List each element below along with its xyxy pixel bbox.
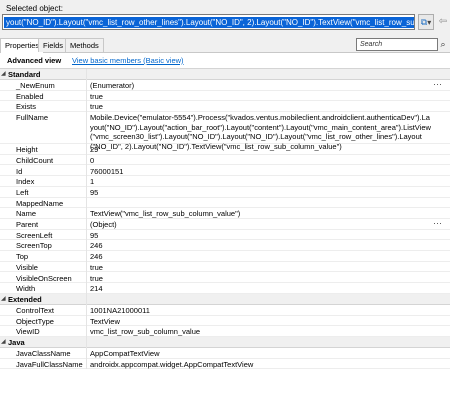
property-value[interactable]: 76000151 — [90, 167, 432, 176]
property-value[interactable]: 0 — [90, 156, 432, 165]
property-row[interactable]: ScreenTop 246 — [0, 240, 450, 252]
section-header[interactable]: ◢ Standard — [0, 69, 450, 80]
section-title: Java — [8, 338, 25, 347]
property-value[interactable]: 246 — [90, 252, 432, 261]
property-value[interactable]: TextView("vmc_list_row_sub_column_value"… — [90, 209, 432, 218]
property-value[interactable]: (Object) — [90, 220, 432, 229]
property-value[interactable]: vmc_list_row_sub_column_value — [90, 327, 432, 336]
property-value[interactable]: true — [90, 274, 432, 283]
property-value[interactable]: 246 — [90, 241, 432, 250]
advanced-view-title: Advanced view — [7, 56, 62, 65]
property-name: ScreenLeft — [16, 230, 53, 240]
property-value[interactable]: TextView — [90, 317, 432, 326]
property-row[interactable]: Top 246 — [0, 251, 450, 262]
property-row[interactable]: ScreenLeft 95 — [0, 230, 450, 241]
property-name: MappedName — [16, 198, 64, 208]
property-row[interactable]: _NewEnum (Enumerator) ··· — [0, 79, 450, 91]
section-title: Extended — [8, 294, 42, 304]
property-row[interactable]: ChildCount 0 — [0, 155, 450, 166]
basic-view-link[interactable]: View basic members (Basic view) — [72, 56, 184, 65]
property-row[interactable]: JavaFullClassName androidx.appcompat.widg… — [0, 359, 450, 370]
property-name: Exists — [16, 102, 37, 112]
property-row[interactable]: Index 1 — [0, 176, 450, 187]
property-grid: ◢ Standard _NewEnum (Enumerator) ··· Enabled t… — [0, 68, 450, 403]
property-row[interactable]: Left 95 — [0, 187, 450, 198]
property-name: ObjectType — [16, 316, 54, 326]
property-value[interactable]: 214 — [90, 284, 432, 293]
tab-fields[interactable]: Fields — [38, 38, 69, 52]
ellipsis-button[interactable]: ··· — [433, 79, 442, 89]
property-row[interactable]: Enabled true — [0, 91, 450, 102]
property-name: Left — [16, 187, 29, 197]
property-value[interactable]: 29 — [90, 145, 432, 154]
search-input[interactable]: Search — [356, 38, 438, 51]
search-icon[interactable]: ⌕ — [438, 38, 448, 51]
property-row[interactable]: Id 76000151 — [0, 166, 450, 177]
section-header[interactable]: ◢ Java — [0, 337, 450, 348]
tab-methods[interactable]: Methods — [65, 38, 104, 52]
property-value[interactable]: AppCompatTextView — [90, 349, 432, 358]
property-row[interactable]: Visible true — [0, 262, 450, 273]
collapse-caret-icon[interactable]: ◢ — [1, 338, 6, 345]
property-name: Top — [16, 252, 29, 262]
back-arrow-icon: ⇦ — [438, 16, 448, 27]
property-value[interactable]: (Enumerator) — [90, 81, 432, 90]
property-row[interactable]: ViewID vmc_list_row_sub_column_value — [0, 326, 450, 337]
property-name: JavaClassName — [16, 349, 71, 358]
selected-object-bar: Selected object: yout("NO_ID").Layout("v… — [0, 0, 450, 36]
property-value[interactable]: 1 — [90, 177, 432, 186]
property-name: ControlText — [16, 305, 54, 315]
section-header[interactable]: ◢ Extended — [0, 293, 450, 305]
property-row[interactable]: JavaClassName AppCompatTextView — [0, 348, 450, 359]
tab-strip: Properties Fields Methods Search ⌕ — [0, 36, 450, 53]
property-name: VisibleOnScreen — [16, 273, 72, 283]
property-value[interactable]: 95 — [90, 231, 432, 240]
property-name: Visible — [16, 262, 38, 272]
property-value[interactable]: true — [90, 102, 432, 111]
column-divider[interactable] — [86, 69, 87, 370]
property-name: ChildCount — [16, 155, 54, 165]
selected-object-label: Selected object: — [6, 4, 63, 13]
property-name: ViewID — [16, 327, 40, 337]
property-name: ScreenTop — [16, 241, 52, 251]
section-title: Standard — [8, 70, 41, 79]
selected-object-value[interactable]: yout("NO_ID").Layout("vmc_list_row_other… — [4, 17, 414, 28]
property-row[interactable]: ControlText 1001NA21000011 — [0, 305, 450, 316]
property-name: Index — [16, 177, 35, 187]
ellipsis-button[interactable]: ··· — [433, 218, 442, 228]
property-value[interactable]: true — [90, 263, 432, 272]
property-value[interactable]: androidx.appcompat.widget.AppCompatTextV… — [90, 360, 432, 369]
property-name: JavaFullClassName — [16, 359, 83, 369]
chevron-down-icon: ▾ — [427, 18, 432, 27]
collapse-caret-icon[interactable]: ◢ — [1, 295, 6, 302]
property-value[interactable]: 1001NA21000011 — [90, 306, 432, 315]
property-name: Height — [16, 145, 38, 155]
back-button[interactable]: ⇦ — [436, 14, 450, 30]
property-value[interactable]: 95 — [90, 188, 432, 197]
property-row[interactable]: Width 214 — [0, 283, 450, 294]
property-name: _NewEnum — [16, 81, 55, 90]
view-mode-bar: Advanced view View basic members (Basic … — [0, 53, 450, 67]
property-row[interactable]: VisibleOnScreen true — [0, 273, 450, 284]
property-name: Enabled — [16, 91, 44, 101]
copy-dropdown-button[interactable]: ⧉▾ — [418, 14, 434, 30]
property-name: Name — [16, 209, 37, 219]
property-row[interactable]: Exists true — [0, 101, 450, 113]
property-name: Parent — [16, 220, 39, 229]
property-row[interactable]: MappedName — [0, 198, 450, 209]
property-row[interactable]: Height 29 — [0, 144, 450, 155]
property-value[interactable]: true — [90, 92, 432, 101]
property-row[interactable]: Name TextView("vmc_list_row_sub_column_va… — [0, 208, 450, 219]
property-name: FullName — [16, 113, 49, 123]
property-row[interactable]: FullName Mobile.Device("emulator-5554").P… — [0, 112, 450, 151]
selected-object-field[interactable]: yout("NO_ID").Layout("vmc_list_row_other… — [2, 14, 415, 30]
property-name: Width — [16, 284, 36, 294]
collapse-caret-icon[interactable]: ◢ — [1, 70, 6, 77]
property-row[interactable]: ObjectType TextView — [0, 316, 450, 327]
property-row[interactable]: Parent (Object) ··· — [0, 218, 450, 230]
property-name: Id — [16, 166, 23, 176]
